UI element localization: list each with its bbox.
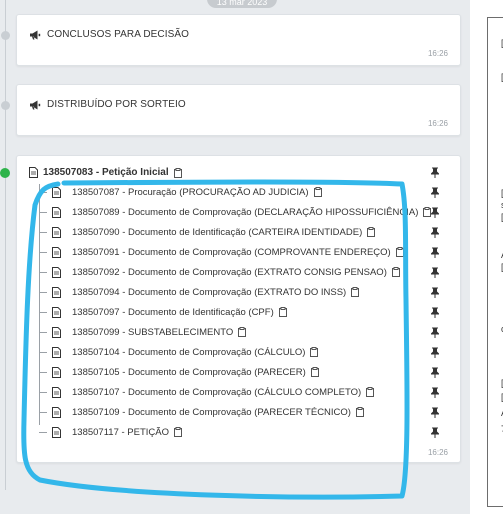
document-icon (29, 167, 38, 178)
document-icon (52, 366, 61, 378)
timeline-event-card[interactable]: DISTRIBUÍDO POR SORTEIO 16:26 (16, 84, 461, 136)
tree-branch (39, 311, 47, 313)
pin-icon[interactable] (430, 427, 440, 438)
date-pill: 13 mar 2023 (207, 0, 277, 8)
tree-branch (39, 211, 47, 213)
event-time: 16:26 (427, 119, 448, 128)
megaphone-icon (30, 30, 41, 39)
pin-icon[interactable] (430, 347, 440, 358)
clipboard-icon[interactable] (310, 347, 319, 357)
pin-icon[interactable] (430, 247, 440, 258)
pin-icon[interactable] (430, 207, 440, 218)
pin-icon[interactable] (430, 227, 440, 238)
clipboard-icon[interactable] (355, 407, 364, 417)
pin-icon[interactable] (430, 407, 440, 418)
child-document-label[interactable]: 138507097 - Documento de Identificação (… (72, 307, 274, 318)
document-card: 138507083 - Petição Inicial 138507087 - … (16, 155, 461, 463)
tree-branch (39, 191, 47, 193)
child-document-row[interactable]: 138507087 - Procuração (PROCURAÇÃO AD JU… (39, 182, 322, 202)
child-document-label[interactable]: 138507109 - Documento de Comprovação (PA… (72, 407, 351, 418)
child-document-row[interactable]: 138507097 - Documento de Identificação (… (39, 302, 287, 322)
document-icon (52, 286, 61, 298)
timeline-dot (1, 31, 10, 40)
child-document-row[interactable]: 138507107 - Documento de Comprovação (CÁ… (39, 382, 375, 402)
document-icon (52, 206, 61, 218)
pin-icon[interactable] (430, 307, 440, 318)
clipboard-icon[interactable] (391, 267, 400, 277)
clipboard-icon[interactable] (238, 327, 247, 337)
clipboard-icon[interactable] (367, 227, 376, 237)
child-document-row[interactable]: 138507105 - Documento de Comprovação (PA… (39, 362, 319, 382)
child-document-row[interactable]: 138507117 - PETIÇÃO (39, 422, 182, 442)
megaphone-icon (30, 100, 41, 109)
clipboard-icon[interactable] (174, 427, 182, 437)
document-icon (52, 186, 61, 198)
child-document-row[interactable]: 138507109 - Documento de Comprovação (PA… (39, 402, 364, 422)
timeline-event-card[interactable]: CONCLUSOS PARA DECISÃO 16:26 (16, 14, 461, 66)
tree-branch (39, 271, 47, 273)
document-title-row[interactable]: 138507083 - Petição Inicial (29, 167, 182, 178)
pin-icon[interactable] (430, 267, 440, 278)
pin-icon[interactable] (430, 387, 440, 398)
child-document-label[interactable]: 138507099 - SUBSTABELECIMENTO (72, 327, 233, 338)
child-document-label[interactable]: 138507090 - Documento de Identificação (… (72, 227, 362, 238)
tree-branch (39, 351, 47, 353)
clipboard-icon[interactable] (313, 187, 322, 197)
timeline-line (5, 0, 6, 490)
pin-icon[interactable] (430, 187, 440, 198)
tree-branch (39, 331, 47, 333)
child-document-row[interactable]: 138507092 - Documento de Comprovação (EX… (39, 262, 400, 282)
document-icon (52, 386, 61, 398)
side-panel: [[[s[A[c[[A7 (470, 0, 503, 514)
document-icon (52, 406, 61, 418)
event-time: 16:26 (427, 49, 448, 58)
document-icon (52, 266, 61, 278)
tree-branch (39, 411, 47, 413)
tree-branch (39, 231, 47, 233)
clipboard-icon[interactable] (278, 307, 287, 317)
child-document-label[interactable]: 138507104 - Documento de Comprovação (CÁ… (72, 347, 305, 358)
child-document-row[interactable]: 138507090 - Documento de Identificação (… (39, 222, 376, 242)
clipboard-icon[interactable] (351, 287, 360, 297)
document-time: 16:26 (427, 448, 448, 457)
tree-branch (39, 431, 47, 433)
document-icon (52, 346, 61, 358)
timeline-panel: 13 mar 2023 CONCLUSOS PARA DECISÃO 16:26… (0, 0, 470, 514)
child-document-label[interactable]: 138507117 - PETIÇÃO (72, 427, 169, 438)
event-title: CONCLUSOS PARA DECISÃO (47, 29, 190, 40)
event-title: DISTRIBUÍDO POR SORTEIO (47, 99, 186, 110)
child-document-label[interactable]: 138507089 - Documento de Comprovação (DE… (72, 207, 418, 218)
clipboard-icon[interactable] (395, 247, 404, 257)
pin-icon[interactable] (430, 287, 440, 298)
clipboard-icon[interactable] (366, 387, 375, 397)
child-document-row[interactable]: 138507089 - Documento de Comprovação (DE… (39, 202, 432, 222)
child-document-row[interactable]: 138507104 - Documento de Comprovação (CÁ… (39, 342, 319, 362)
tree-branch (39, 371, 47, 373)
pin-icon[interactable] (430, 327, 440, 338)
tree-branch (39, 291, 47, 293)
document-icon (52, 246, 61, 258)
timeline-dot-active (0, 168, 10, 178)
child-document-row[interactable]: 138507094 - Documento de Comprovação (EX… (39, 282, 360, 302)
child-document-label[interactable]: 138507094 - Documento de Comprovação (EX… (72, 287, 346, 298)
child-document-label[interactable]: 138507107 - Documento de Comprovação (CÁ… (72, 387, 361, 398)
child-document-label[interactable]: 138507087 - Procuração (PROCURAÇÃO AD JU… (72, 187, 309, 198)
tree-branch (39, 251, 47, 253)
clipboard-icon[interactable] (173, 167, 182, 178)
document-icon (52, 426, 61, 438)
document-icon (52, 306, 61, 318)
child-document-label[interactable]: 138507105 - Documento de Comprovação (PA… (72, 367, 306, 378)
pin-icon[interactable] (430, 367, 440, 378)
pin-icon[interactable] (430, 167, 440, 178)
child-document-row[interactable]: 138507091 - Documento de Comprovação (CO… (39, 242, 404, 262)
clipboard-icon[interactable] (310, 367, 319, 377)
document-title[interactable]: 138507083 - Petição Inicial (43, 167, 169, 178)
document-icon (52, 226, 61, 238)
document-icon (52, 326, 61, 338)
tree-branch (39, 391, 47, 393)
child-document-row[interactable]: 138507099 - SUBSTABELECIMENTO (39, 322, 247, 342)
child-document-label[interactable]: 138507091 - Documento de Comprovação (CO… (72, 247, 391, 258)
child-document-label[interactable]: 138507092 - Documento de Comprovação (EX… (72, 267, 387, 278)
timeline-dot (1, 101, 10, 110)
